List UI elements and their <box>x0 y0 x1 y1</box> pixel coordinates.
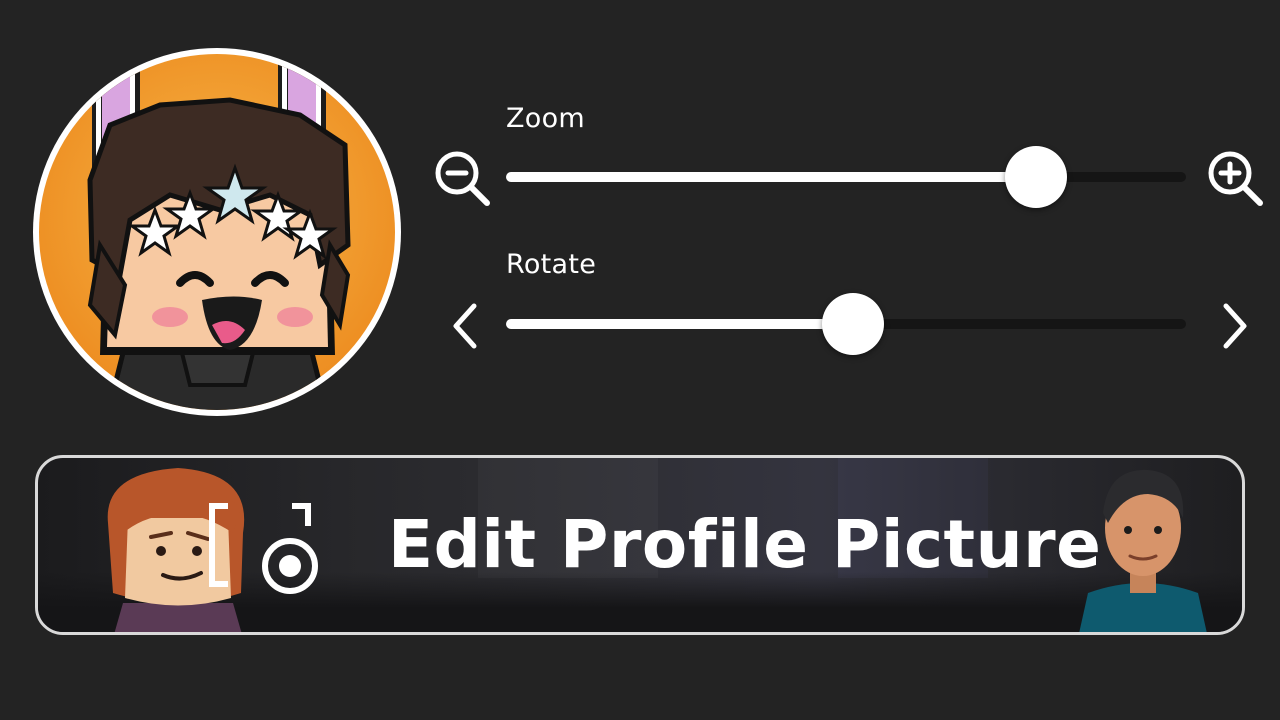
zoom-label: Zoom <box>506 103 586 134</box>
zoom-in-icon[interactable] <box>1205 148 1267 210</box>
avatar-image <box>33 48 401 416</box>
edit-profile-picture-label: Edit Profile Picture <box>388 506 1102 583</box>
zoom-slider-fill <box>506 172 1037 182</box>
rotate-slider-fill <box>506 319 853 329</box>
character-right-image <box>1079 469 1207 632</box>
chevron-left-icon[interactable] <box>448 300 482 352</box>
zoom-slider-thumb[interactable] <box>1005 146 1068 208</box>
rotate-label: Rotate <box>506 249 597 280</box>
zoom-out-icon[interactable] <box>432 148 494 210</box>
zoom-slider-track[interactable] <box>506 172 1186 182</box>
edit-profile-picture-button[interactable]: Edit Profile Picture <box>35 455 1245 635</box>
rotate-slider-thumb[interactable] <box>821 293 884 355</box>
profile-picture-preview <box>30 45 405 420</box>
camera-frame-icon <box>209 503 318 594</box>
chevron-right-icon[interactable] <box>1218 300 1252 352</box>
